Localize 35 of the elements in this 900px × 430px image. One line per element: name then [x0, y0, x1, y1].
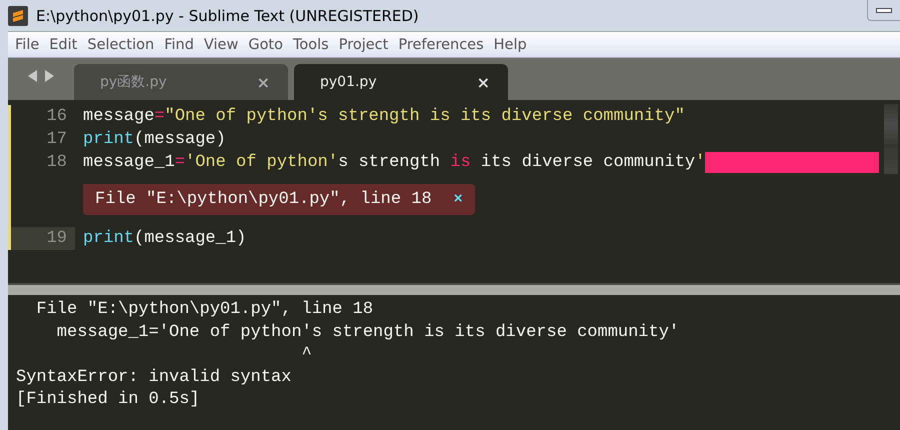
panel-splitter[interactable] — [8, 283, 900, 295]
menu-item[interactable]: Selection — [87, 36, 154, 52]
menu-item[interactable]: Edit — [49, 36, 78, 52]
code-editor[interactable] — [8, 100, 900, 283]
output-line: File "E:\python\py01.py", line 18 — [35, 299, 374, 321]
menu-item[interactable]: Find — [164, 36, 194, 52]
tab-close-button[interactable]: × — [256, 72, 270, 92]
tab-close-button[interactable]: × — [476, 72, 490, 92]
output-line: [Finished in 0.5s] — [16, 389, 201, 411]
tab-navigation-arrows-icon[interactable] — [28, 70, 54, 82]
code-line: message="One of python's strength is its diverse community" — [83, 106, 685, 128]
code-line: print(message) — [83, 129, 226, 151]
line-number: 16 — [46, 106, 67, 128]
app-logo-icon — [8, 6, 28, 26]
code-line: message_1='One of python's strength is its diverse community' — [83, 152, 706, 174]
window-title: E:\python\py01.py - Sublime Text (UNREGISTERED) — [36, 6, 419, 24]
menu-item[interactable]: File — [15, 36, 40, 52]
output-line: ^ — [300, 344, 313, 366]
menu-item[interactable]: Project — [338, 36, 388, 52]
menu-item[interactable]: View — [204, 36, 238, 52]
line-number: 17 — [46, 129, 67, 151]
tab[interactable]: py函数.py × — [74, 64, 288, 100]
menu-item[interactable]: Help — [494, 36, 527, 52]
tab[interactable]: py01.py × — [294, 64, 508, 100]
code-line: print(message_1) — [83, 228, 246, 250]
output-line: SyntaxError: invalid syntax — [16, 366, 292, 388]
menu-item[interactable]: Goto — [248, 36, 283, 52]
menu-item[interactable]: Preferences — [398, 36, 484, 52]
menu-item[interactable]: Tools — [293, 36, 329, 52]
minimize-button[interactable] — [867, 0, 900, 21]
output-line: message_1='One of python's strength is its diverse community' — [56, 322, 680, 344]
error-message: File "E:\python\py01.py", line 18 — [95, 190, 432, 209]
line-number: 18 — [46, 152, 67, 174]
line-number: 19 — [46, 228, 67, 250]
close-button[interactable]: × — [454, 191, 463, 208]
